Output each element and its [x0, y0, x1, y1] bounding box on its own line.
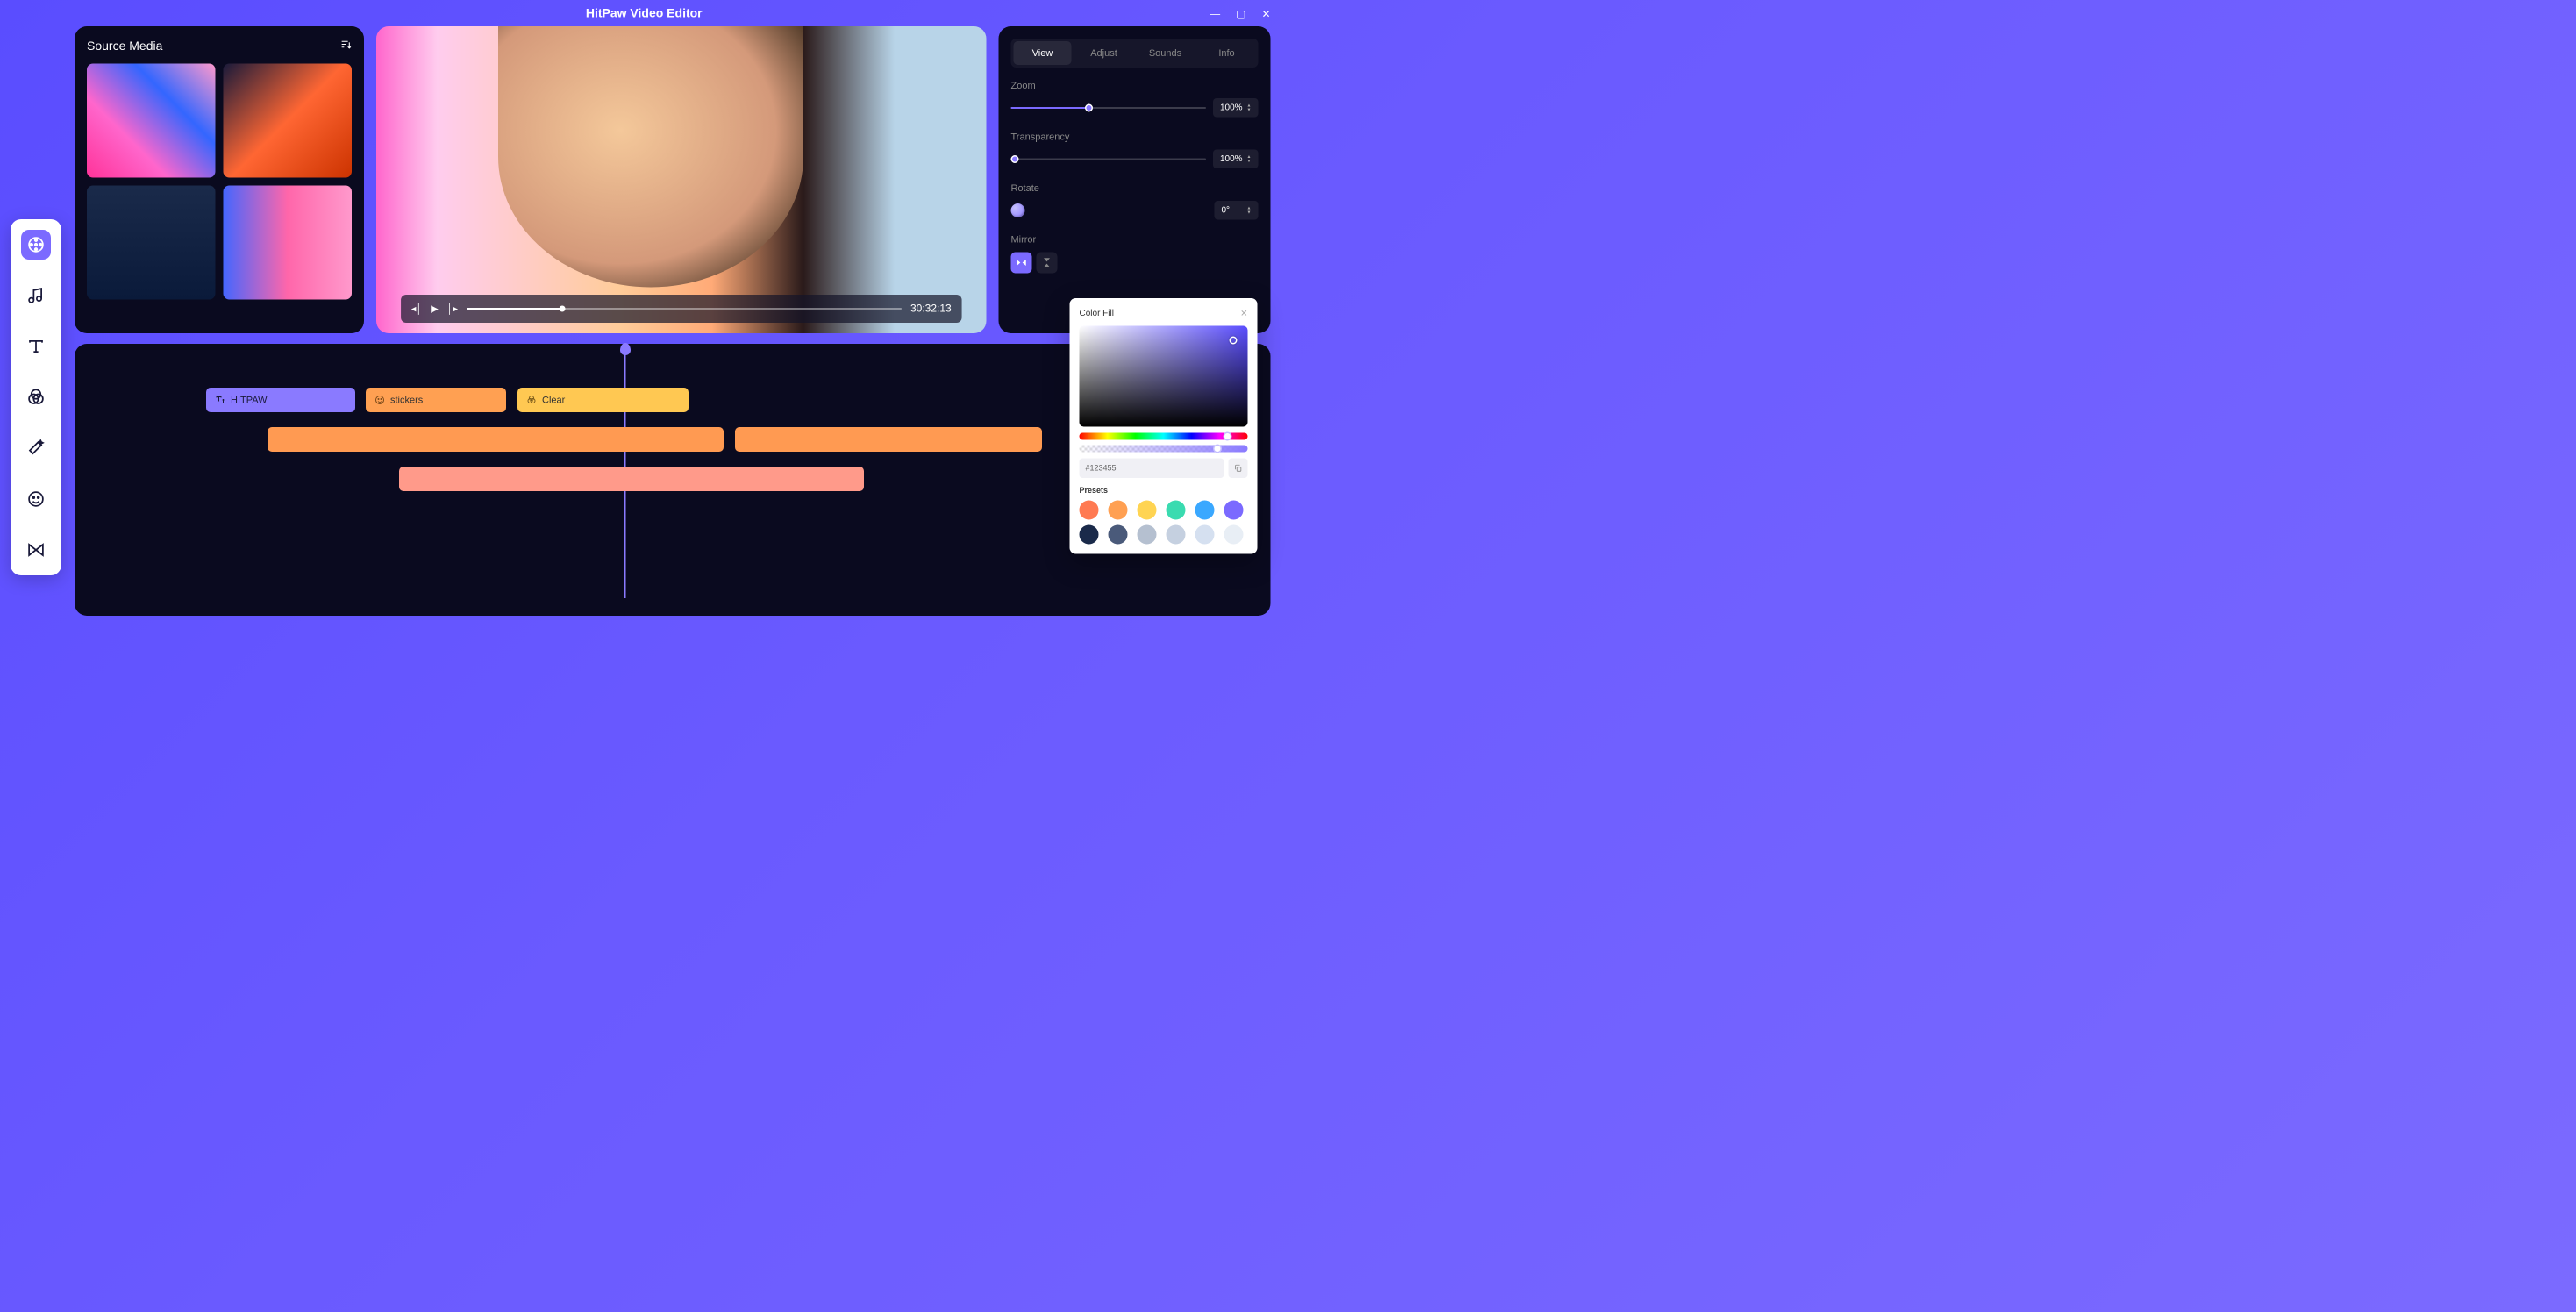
color-preset[interactable] [1138, 501, 1157, 520]
tab-view[interactable]: View [1014, 41, 1072, 65]
source-media-title: Source Media [87, 39, 162, 53]
source-media-panel: Source Media [75, 26, 364, 333]
transparency-value[interactable]: 100%▲▼ [1213, 150, 1259, 169]
text-tool[interactable] [21, 332, 51, 361]
color-preset[interactable] [1224, 525, 1244, 545]
media-tool[interactable] [21, 230, 51, 260]
presets-label: Presets [1080, 486, 1248, 496]
app-title: HitPaw Video Editor [586, 6, 703, 20]
rotate-dial[interactable] [1011, 203, 1025, 217]
alpha-slider[interactable] [1080, 446, 1248, 453]
hex-input[interactable] [1080, 459, 1224, 479]
clip-video[interactable] [268, 427, 724, 452]
minimize-button[interactable]: — [1210, 8, 1220, 21]
tab-sounds[interactable]: Sounds [1137, 41, 1195, 65]
preview-image [498, 26, 803, 288]
color-popup-close[interactable]: ✕ [1240, 308, 1247, 319]
color-preset[interactable] [1224, 501, 1244, 520]
maximize-button[interactable]: ▢ [1236, 8, 1245, 21]
text-clip-icon [215, 395, 225, 405]
zoom-slider[interactable] [1011, 107, 1206, 109]
rotate-label: Rotate [1011, 182, 1259, 194]
filter-clip-icon [526, 395, 537, 405]
mirror-v-icon [1041, 257, 1053, 269]
clip-text[interactable]: HITPAW [206, 388, 355, 412]
zoom-value[interactable]: 100%▲▼ [1213, 98, 1259, 118]
saturation-value-picker[interactable] [1080, 326, 1248, 427]
color-preset[interactable] [1195, 525, 1215, 545]
prev-frame-button[interactable]: ◂│ [411, 303, 422, 315]
clip-stickers[interactable]: stickers [366, 388, 506, 412]
next-frame-button[interactable]: │▸ [447, 303, 458, 315]
color-popup-title: Color Fill [1080, 309, 1114, 319]
text-icon [27, 338, 46, 356]
mirror-horizontal-button[interactable] [1011, 253, 1032, 274]
transition-icon [27, 541, 46, 560]
stickers-tool[interactable] [21, 484, 51, 514]
mirror-h-icon [1016, 257, 1028, 269]
tab-info[interactable]: Info [1198, 41, 1256, 65]
transitions-tool[interactable] [21, 535, 51, 565]
sort-icon [340, 39, 352, 50]
tab-adjust[interactable]: Adjust [1075, 41, 1133, 65]
effects-tool[interactable] [21, 433, 51, 463]
audio-tool[interactable] [21, 281, 51, 310]
playback-progress[interactable] [467, 308, 902, 310]
media-thumbnail[interactable] [87, 64, 216, 178]
media-thumbnail[interactable] [224, 64, 353, 178]
smiley-icon [27, 490, 46, 509]
player-controls: ◂│ ▶ │▸ 30:32:13 [401, 295, 962, 323]
copy-color-button[interactable] [1229, 459, 1248, 479]
filter-tool[interactable] [21, 382, 51, 412]
transparency-slider[interactable] [1011, 158, 1206, 160]
color-preset[interactable] [1080, 501, 1099, 520]
venn-icon [27, 389, 46, 407]
clip-filter[interactable]: Clear [517, 388, 689, 412]
play-button[interactable]: ▶ [431, 303, 438, 315]
close-button[interactable]: ✕ [1261, 8, 1270, 21]
music-note-icon [27, 287, 46, 305]
clip-video[interactable] [735, 427, 1042, 452]
color-preset[interactable] [1080, 525, 1099, 545]
properties-panel: View Adjust Sounds Info Zoom 100%▲▼ Tran… [999, 26, 1271, 333]
sort-button[interactable] [340, 39, 352, 53]
timecode: 30:32:13 [910, 303, 952, 315]
properties-tabs: View Adjust Sounds Info [1011, 39, 1259, 68]
copy-icon [1234, 464, 1243, 473]
media-thumbnail[interactable] [87, 186, 216, 300]
tool-sidebar [11, 219, 61, 575]
zoom-label: Zoom [1011, 80, 1259, 91]
media-thumbnail[interactable] [224, 186, 353, 300]
smiley-clip-icon [375, 395, 385, 405]
hue-slider[interactable] [1080, 433, 1248, 440]
magic-wand-icon [27, 439, 46, 458]
preview-panel: ◂│ ▶ │▸ 30:32:13 [376, 26, 987, 333]
color-preset[interactable] [1138, 525, 1157, 545]
color-preset[interactable] [1109, 525, 1128, 545]
mirror-label: Mirror [1011, 234, 1259, 246]
mirror-vertical-button[interactable] [1037, 253, 1058, 274]
color-preset[interactable] [1167, 525, 1186, 545]
color-preset[interactable] [1167, 501, 1186, 520]
rotate-value[interactable]: 0°▲▼ [1215, 201, 1259, 220]
color-preset[interactable] [1109, 501, 1128, 520]
color-fill-popup: Color Fill ✕ Presets [1070, 298, 1258, 554]
clip-audio[interactable] [399, 467, 864, 491]
film-reel-icon [27, 236, 46, 254]
color-preset[interactable] [1195, 501, 1215, 520]
transparency-label: Transparency [1011, 132, 1259, 143]
